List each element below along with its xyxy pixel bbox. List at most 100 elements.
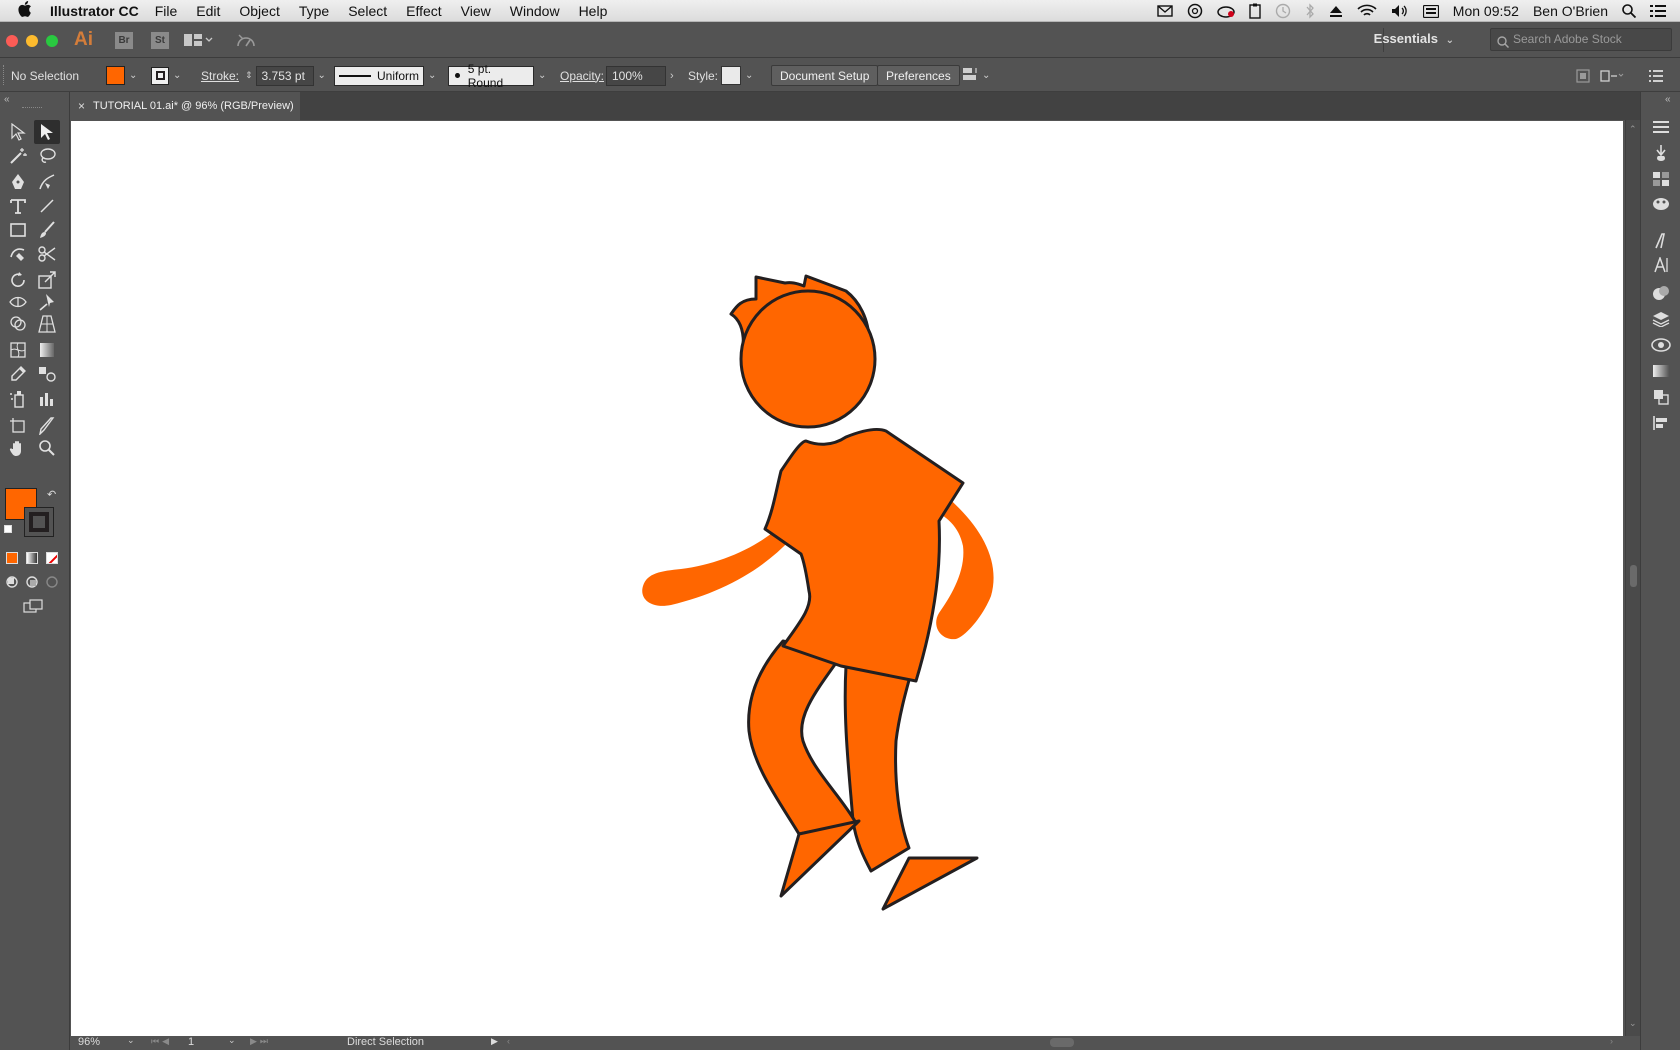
stroke-weight-field[interactable]: ⇕ 3.753 pt ⌄ [245, 59, 326, 92]
panel-menu-icon[interactable] [1649, 59, 1663, 92]
expand-panels-icon[interactable]: « [1665, 94, 1671, 105]
change-screen-mode-icon[interactable] [20, 596, 46, 616]
mail-icon[interactable] [1157, 5, 1173, 17]
direct-selection-tool-icon[interactable] [34, 120, 60, 144]
horizontal-scroll-thumb[interactable] [1050, 1038, 1074, 1047]
volume-icon[interactable] [1391, 4, 1409, 18]
stock-button[interactable]: St [151, 32, 169, 49]
menu-select[interactable]: Select [348, 3, 387, 19]
lasso-tool-icon[interactable] [34, 144, 60, 168]
scroll-thumb[interactable] [1630, 565, 1637, 587]
collapse-panel-icon[interactable]: « [4, 94, 10, 105]
fill-swatch[interactable]: ⌄ [106, 59, 137, 92]
first-previous-artboard-icon[interactable]: ⏮◀ [151, 1036, 172, 1047]
menu-edit[interactable]: Edit [196, 3, 220, 19]
cc-libraries-panel-icon[interactable] [1649, 334, 1673, 356]
control-panel-grip[interactable] [3, 65, 6, 85]
zoom-tool-icon[interactable] [34, 436, 60, 460]
minimize-window-button[interactable] [26, 35, 38, 47]
rectangle-tool-icon[interactable] [5, 218, 31, 242]
menu-window[interactable]: Window [510, 3, 560, 19]
paragraph-styles-panel-icon[interactable] [1649, 254, 1673, 276]
menu-effect[interactable]: Effect [406, 3, 442, 19]
gradient-mode-icon[interactable] [26, 552, 38, 564]
appearance-panel-icon[interactable] [1649, 282, 1673, 304]
properties-panel-icon[interactable] [1649, 116, 1673, 138]
eject-icon[interactable] [1329, 4, 1343, 18]
gradient-tool-icon[interactable] [34, 338, 60, 362]
search-adobe-stock-input[interactable]: Search Adobe Stock [1490, 28, 1672, 51]
opacity-field[interactable]: 100% › [606, 59, 674, 92]
perspective-grid-tool-icon[interactable] [34, 312, 60, 336]
document-tab[interactable]: × TUTORIAL 01.ai* @ 96% (RGB/Preview) [70, 92, 300, 120]
fill-color-swatch[interactable] [106, 66, 125, 85]
chevron-down-icon[interactable]: ⌄ [127, 1035, 135, 1046]
menu-type[interactable]: Type [299, 3, 329, 19]
spotlight-icon[interactable] [1622, 4, 1636, 18]
graphic-style[interactable]: ⌄ [721, 59, 753, 92]
chevron-down-icon[interactable]: ⌄ [428, 70, 436, 81]
character-panel-icon[interactable] [1649, 230, 1673, 252]
menu-help[interactable]: Help [579, 3, 608, 19]
draw-normal-icon[interactable] [2, 572, 22, 592]
arrange-panel-icon[interactable] [1576, 59, 1590, 92]
scroll-right-icon[interactable]: › [1610, 1036, 1613, 1046]
slice-tool-icon[interactable] [34, 414, 60, 438]
brushes-panel-icon[interactable] [1649, 142, 1673, 164]
chevron-down-icon[interactable]: ⌄ [228, 1035, 236, 1046]
width-tool-icon[interactable] [5, 290, 31, 314]
graphic-style-swatch[interactable] [721, 66, 741, 85]
default-fill-stroke-icon[interactable] [4, 525, 12, 533]
preferences-button[interactable]: Preferences [877, 65, 960, 86]
artboard[interactable] [71, 121, 1623, 1036]
swatches-panel-icon[interactable] [1649, 168, 1673, 190]
menu-app-name[interactable]: Illustrator CC [50, 3, 139, 19]
none-mode-icon[interactable] [46, 552, 58, 564]
zoom-level-field[interactable]: 96% [78, 1036, 100, 1048]
chevron-down-icon[interactable]: ⌄ [538, 70, 546, 81]
menu-view[interactable]: View [461, 3, 491, 19]
canvas-area[interactable] [70, 120, 1625, 1036]
creative-cloud-icon[interactable] [1217, 4, 1235, 18]
user-name[interactable]: Ben O'Brien [1533, 3, 1608, 19]
wifi-icon[interactable] [1357, 4, 1377, 18]
vertical-scrollbar[interactable]: ⌃ ⌄ [1625, 120, 1640, 1036]
selection-tool-icon[interactable] [5, 120, 31, 144]
status-menu-icon[interactable]: ▶ [491, 1036, 498, 1047]
layers-panel-icon[interactable] [1649, 308, 1673, 330]
scroll-up-icon[interactable]: ⌃ [1629, 124, 1637, 135]
rotate-tool-icon[interactable] [5, 268, 31, 292]
scale-tool-icon[interactable] [34, 268, 60, 292]
symbols-panel-icon[interactable] [1649, 192, 1673, 214]
zoom-window-button[interactable] [46, 35, 58, 47]
chevron-down-icon[interactable]: ⌄ [982, 70, 990, 81]
chevron-down-icon[interactable]: ⌄ [129, 70, 137, 81]
stroke-color-box[interactable] [24, 507, 54, 537]
scroll-left-icon[interactable]: ‹ [507, 1036, 510, 1046]
draw-inside-icon[interactable] [42, 572, 62, 592]
stepper-icon[interactable]: ⇕ [245, 70, 253, 81]
paintbrush-tool-icon[interactable] [34, 218, 60, 242]
character-artwork[interactable] [71, 121, 1623, 1036]
draw-behind-icon[interactable] [22, 572, 42, 592]
hand-tool-icon[interactable] [5, 436, 31, 460]
stroke-profile-select[interactable]: Uniform [334, 65, 424, 86]
scroll-down-icon[interactable]: ⌄ [1629, 1018, 1637, 1029]
symbol-sprayer-tool-icon[interactable] [5, 387, 31, 411]
close-window-button[interactable] [6, 35, 18, 47]
document-setup-button[interactable]: Document Setup [771, 65, 879, 86]
blend-tool-icon[interactable] [34, 362, 60, 386]
apple-icon[interactable] [18, 1, 38, 20]
clipboard-icon[interactable] [1249, 3, 1261, 19]
isolation-mode-icon[interactable] [1600, 59, 1624, 92]
gpu-performance-icon[interactable] [236, 32, 256, 53]
gradient-panel-icon[interactable] [1649, 360, 1673, 382]
stroke-swatch[interactable]: ⌄ [151, 59, 181, 92]
stroke-color-swatch[interactable] [151, 66, 169, 85]
align-panel-icon[interactable] [1649, 412, 1673, 434]
stroke-weight-input[interactable]: 3.753 pt [255, 65, 314, 86]
keyboard-input-icon[interactable] [1422, 4, 1439, 18]
tools-grip[interactable] [22, 107, 42, 108]
mesh-tool-icon[interactable] [5, 338, 31, 362]
workspace-switcher[interactable]: Essentials ⌄ [1374, 31, 1454, 46]
